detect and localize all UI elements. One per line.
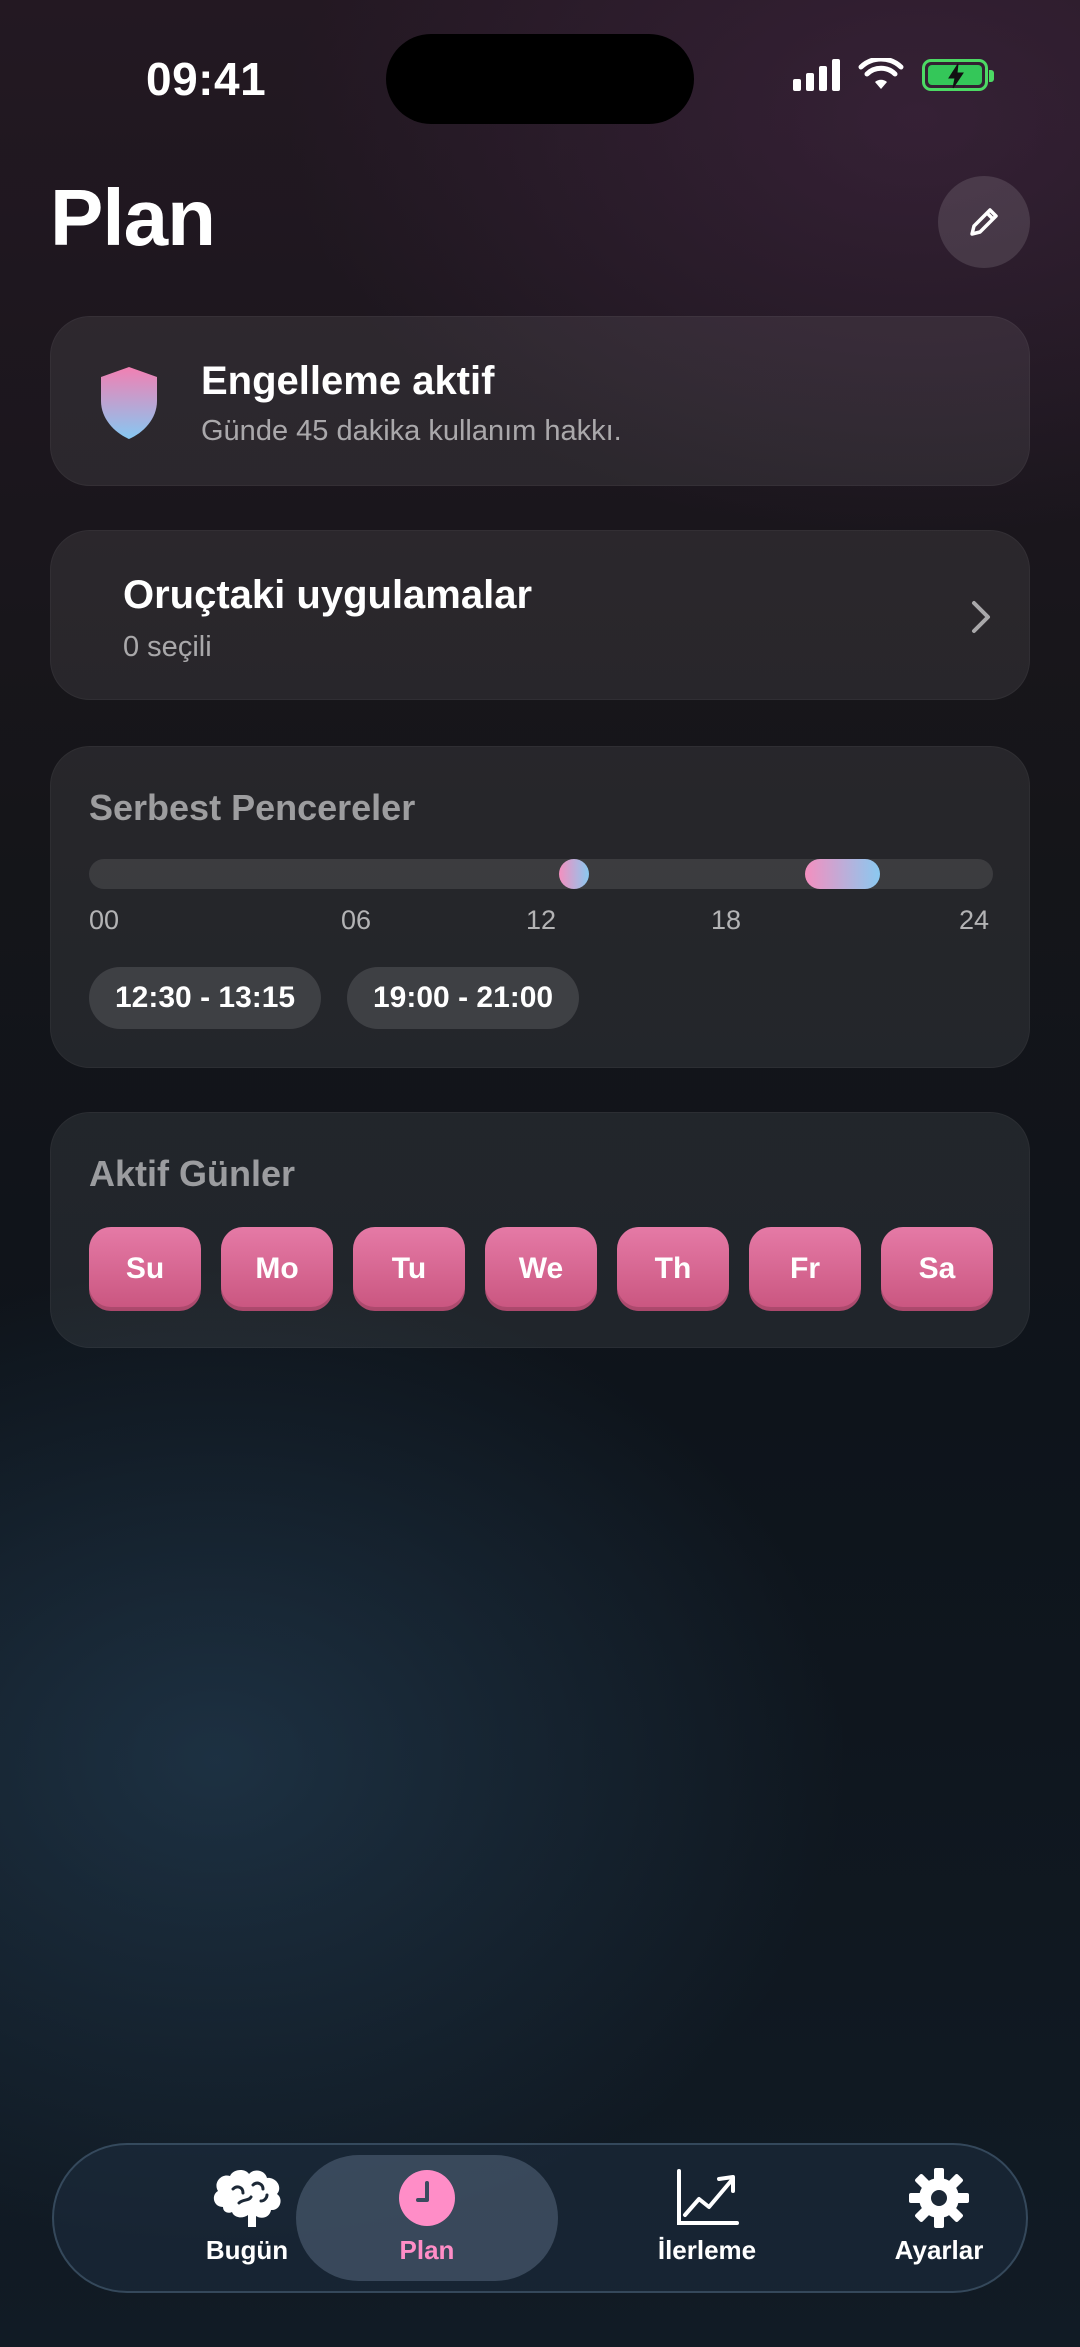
blocking-subtitle: Günde 45 dakika kullanım hakkı.	[201, 415, 622, 447]
day-toggle-th[interactable]: Th	[617, 1227, 729, 1311]
timeline-track	[89, 859, 993, 889]
fasting-apps-row[interactable]: Oruçtaki uygulamalar 0 seçili	[50, 530, 1030, 700]
tab-label: Bugün	[205, 2235, 289, 2265]
clock-icon	[399, 2170, 455, 2226]
battery-charging-icon	[922, 59, 994, 91]
window-pill[interactable]: 19:00 - 21:00	[347, 967, 580, 1029]
tab-label: Ayarlar	[894, 2235, 984, 2265]
active-days-title: Aktif Günler	[89, 1153, 296, 1194]
blocking-status-card: Engelleme aktif Günde 45 dakika kullanım…	[50, 316, 1030, 486]
timeline-window-segment	[804, 859, 880, 889]
day-toggle-mo[interactable]: Mo	[221, 1227, 333, 1311]
tab-ilerleme[interactable]: İlerleme	[592, 2155, 822, 2281]
active-days-card: Aktif Günler Su Mo Tu We Th Fr Sa	[50, 1112, 1030, 1348]
timeline-tick: 00	[89, 905, 120, 935]
timeline-tick: 24	[959, 905, 990, 935]
edit-button[interactable]	[938, 176, 1030, 268]
fasting-apps-count: 0 seçili	[123, 631, 212, 663]
page-title: Plan	[50, 173, 216, 262]
timeline-tick: 06	[341, 905, 372, 935]
dynamic-island	[386, 34, 694, 124]
window-pill[interactable]: 12:30 - 13:15	[89, 967, 322, 1029]
timeline-window-segment	[558, 859, 589, 889]
timeline-tick: 18	[711, 905, 742, 935]
tab-ayarlar[interactable]: Ayarlar	[824, 2155, 1054, 2281]
tab-bar: Bugün Plan İlerleme Ayarlar	[52, 2143, 1028, 2293]
tab-label: İlerleme	[657, 2235, 757, 2265]
fasting-apps-title: Oruçtaki uygulamalar	[123, 573, 533, 617]
blocking-title: Engelleme aktif	[201, 359, 495, 403]
chart-line-icon	[677, 2169, 739, 2225]
day-toggle-fr[interactable]: Fr	[749, 1227, 861, 1311]
day-toggle-we[interactable]: We	[485, 1227, 597, 1311]
chevron-right-icon	[972, 601, 990, 633]
brain-icon	[213, 2170, 281, 2227]
free-windows-title: Serbest Pencereler	[89, 787, 416, 828]
day-toggle-su[interactable]: Su	[89, 1227, 201, 1311]
status-icons	[793, 58, 994, 92]
days-row: Su Mo Tu We Th Fr Sa	[89, 1227, 993, 1311]
tab-label: Plan	[399, 2235, 455, 2265]
gear-icon	[909, 2168, 969, 2228]
shield-icon	[101, 367, 157, 439]
day-toggle-sa[interactable]: Sa	[881, 1227, 993, 1311]
cellular-signal-icon	[793, 59, 840, 91]
free-windows-card: Serbest Pencereler 00 06 12 18 24 12:30 …	[50, 746, 1030, 1068]
pencil-icon	[970, 208, 998, 236]
tab-plan[interactable]: Plan	[296, 2155, 558, 2281]
wifi-icon	[858, 58, 904, 89]
timeline-tick: 12	[526, 905, 557, 935]
day-toggle-tu[interactable]: Tu	[353, 1227, 465, 1311]
status-time: 09:41	[146, 53, 267, 105]
